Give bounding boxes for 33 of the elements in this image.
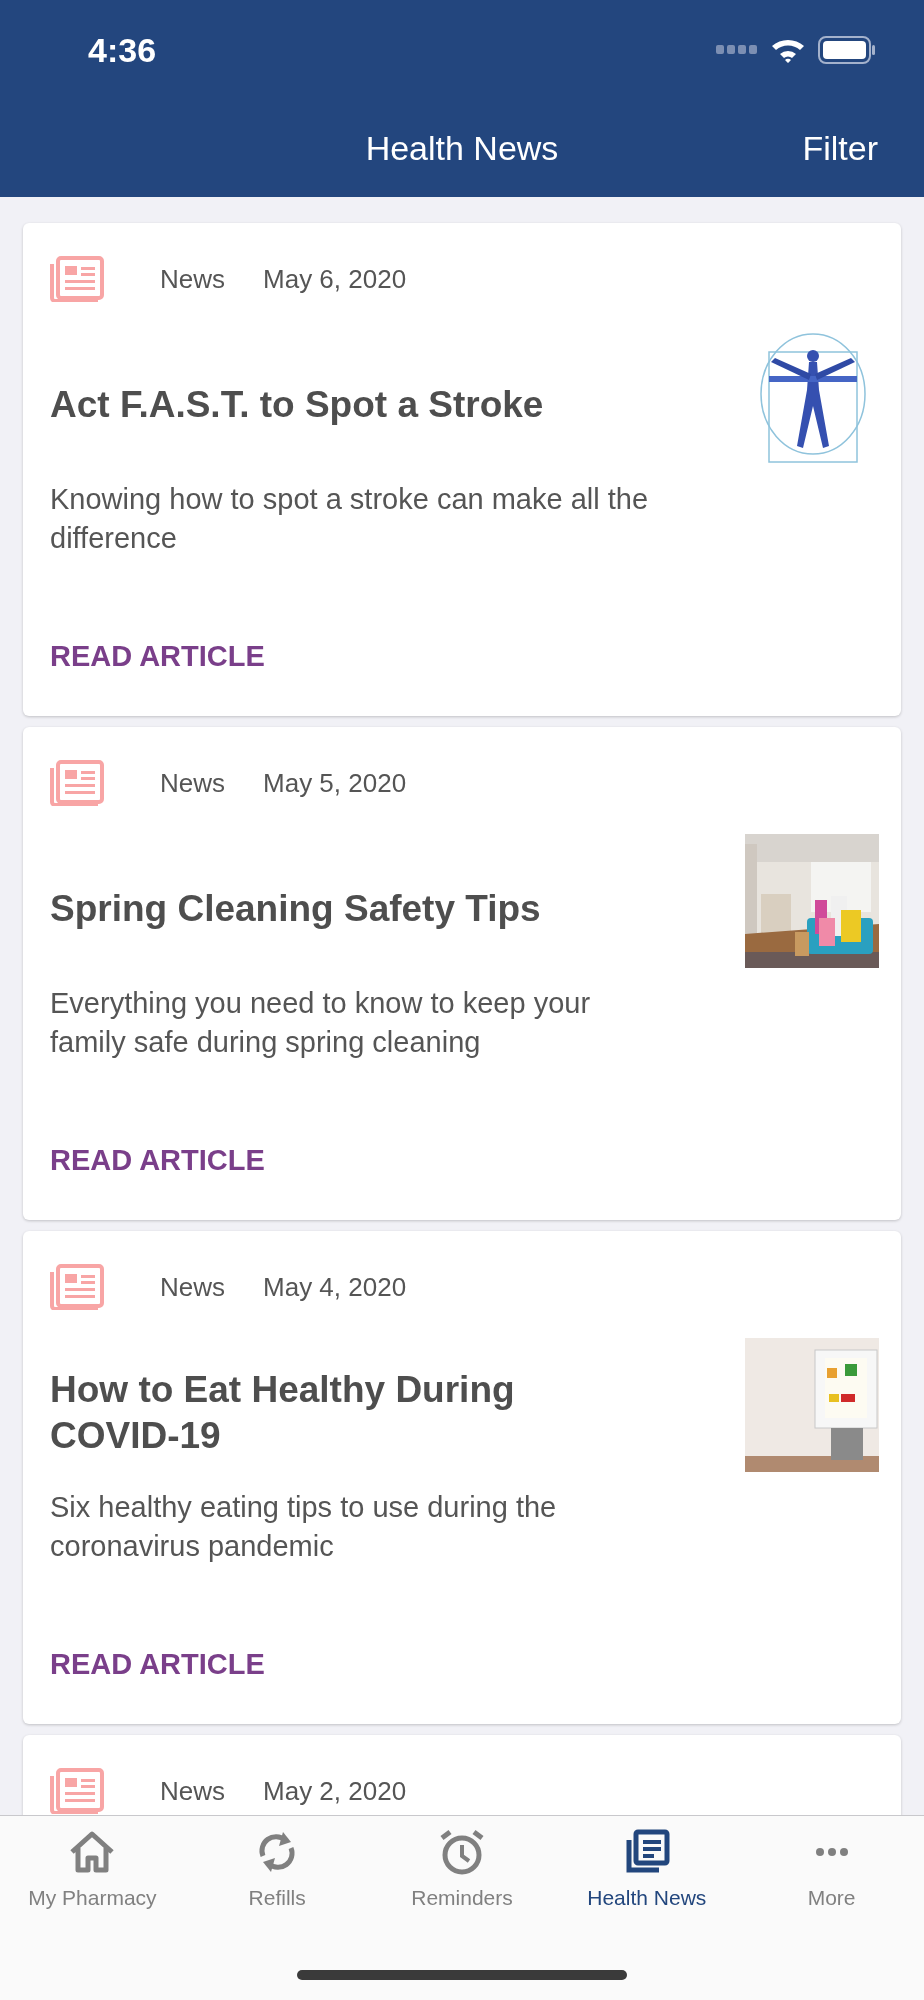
article-summary: Knowing how to spot a stroke can make all the difference	[50, 482, 650, 556]
newspaper-icon	[50, 1264, 104, 1310]
article-category: News	[160, 766, 225, 800]
article-date: May 5, 2020	[263, 766, 407, 800]
article-title: Act F.A.S.T. to Spot a Stroke	[50, 383, 545, 427]
article-date: May 2, 2020	[263, 1774, 407, 1808]
article-date: May 6, 2020	[263, 262, 407, 296]
article-category: News	[160, 262, 225, 296]
alarm-clock-icon	[438, 1828, 486, 1876]
article-category: News	[160, 1774, 225, 1808]
tab-bar-item[interactable]: Reminders	[369, 1828, 555, 1914]
newspaper-icon	[50, 760, 104, 806]
tab-bar-item[interactable]: My Pharmacy	[0, 1828, 185, 1914]
newspaper-icon	[50, 1768, 104, 1814]
tab-bar-item[interactable]: Refills	[184, 1828, 370, 1914]
battery-icon	[818, 36, 876, 64]
article-category: News	[160, 1270, 225, 1304]
article-title: Spring Cleaning Safety Tips	[50, 887, 542, 931]
screen-title: Health News	[365, 128, 559, 169]
read-article-link[interactable]: READ ARTICLE	[50, 1647, 265, 1680]
article-summary: Six healthy eating tips to use during the coronavirus pandemic	[50, 1490, 558, 1564]
more-icon	[815, 1848, 848, 1856]
article-summary: Everything you need to know to keep your family safe during spring cleaning	[50, 986, 592, 1060]
article-date: May 4, 2020	[263, 1270, 407, 1304]
filter-button[interactable]: Filter	[802, 123, 878, 174]
newspaper-icon	[50, 256, 104, 302]
read-article-link[interactable]: READ ARTICLE	[50, 1143, 265, 1176]
signal-icon	[716, 45, 758, 55]
tab-bar-item[interactable]: Health News	[554, 1828, 740, 1914]
article-title: How to Eat Healthy During COVID-19	[50, 1368, 516, 1458]
read-article-link[interactable]: READ ARTICLE	[50, 639, 265, 672]
status-time: 4:36	[88, 29, 157, 71]
tab-bar-item[interactable]: More	[739, 1828, 924, 1914]
